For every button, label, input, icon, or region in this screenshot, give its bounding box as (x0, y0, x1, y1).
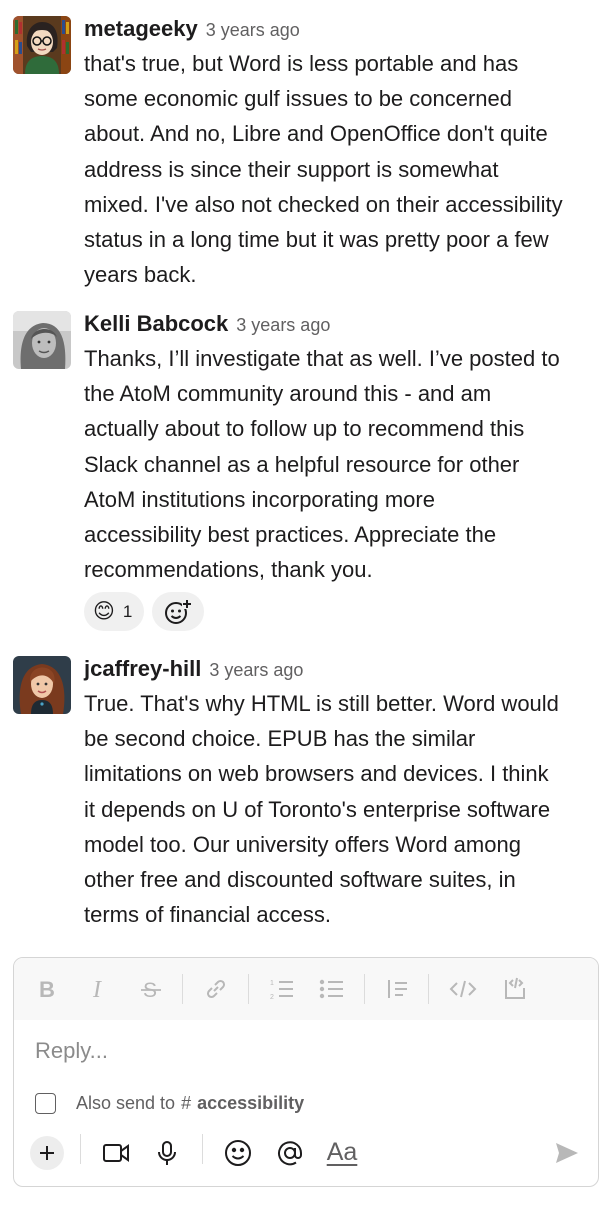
message-line: address is since their support is somewh… (84, 156, 499, 182)
microphone-icon (158, 1141, 176, 1165)
add-reaction-icon (165, 599, 193, 624)
message-line: that's true, but Word is less portable a… (84, 51, 519, 76)
bulleted-list-icon[interactable] (318, 976, 346, 1002)
also-send-option[interactable]: Also send to # accessibility (35, 1093, 304, 1114)
channel-hash-icon: # (181, 1093, 192, 1113)
message-line: other free and discounted software suite… (84, 867, 516, 893)
reaction-count: 1 (122, 601, 133, 621)
message-text: that's true, but Word is less portable a… (84, 46, 602, 292)
message-line: status in a long time but it was pretty … (84, 227, 549, 253)
also-send-label: Also send to (76, 1093, 176, 1113)
mention-icon (278, 1141, 302, 1166)
also-send-checkbox[interactable] (35, 1093, 56, 1114)
message-line: model too. Our university offers Word am… (84, 831, 521, 857)
message-line: True. That's why HTML is still better. W… (84, 691, 559, 716)
reply-composer: B I S 12 Reply... Also send to # accessi… (13, 957, 599, 1187)
code-icon[interactable] (448, 976, 478, 1002)
toolbar-divider (364, 974, 365, 1004)
svg-text:2: 2 (270, 994, 274, 1001)
mention-button[interactable] (274, 1138, 306, 1168)
author-name[interactable]: Kelli Babcock (84, 311, 228, 336)
video-icon (103, 1144, 129, 1162)
message-line: it depends on U of Toronto's enterprise … (84, 796, 551, 822)
bold-icon[interactable]: B (34, 976, 60, 1002)
message-line: recommendations, thank you. (84, 557, 373, 583)
channel-name: accessibility (197, 1093, 305, 1113)
video-button[interactable] (100, 1138, 132, 1168)
microphone-button[interactable] (152, 1138, 182, 1168)
message-line: the AtoM community around this - and am (84, 381, 492, 407)
author-name[interactable]: jcaffrey-hill (84, 656, 201, 681)
avatar[interactable] (13, 656, 71, 714)
toolbar-divider (428, 974, 429, 1004)
message-line: accessibility best practices. Appreciate… (84, 522, 497, 548)
message-line: mixed. I've also not checked on their ac… (84, 191, 563, 217)
avatar-image (13, 311, 71, 369)
code-block-icon[interactable] (500, 976, 530, 1002)
avatar[interactable] (13, 311, 71, 369)
message-line: actually about to follow up to recommend… (84, 416, 525, 442)
formatting-icon: Aa (326, 1137, 358, 1166)
message-text: True. That's why HTML is still better. W… (84, 686, 602, 932)
plus-icon (40, 1146, 54, 1160)
emoji-icon (225, 1140, 251, 1166)
ordered-list-icon[interactable]: 12 (268, 976, 296, 1002)
message-line: Slack channel as a helpful resource for … (84, 451, 520, 477)
message-line: some economic gulf issues to be concerne… (84, 86, 513, 112)
message-line: limitations on web browsers and devices.… (84, 761, 549, 787)
timestamp[interactable]: 3 years ago (236, 315, 330, 335)
formatting-button[interactable]: Aa (324, 1136, 360, 1168)
toolbar-divider (80, 1134, 81, 1164)
author-name[interactable]: metageeky (84, 16, 198, 41)
message-line: years back. (84, 262, 197, 288)
avatar-image (13, 16, 71, 74)
plus-button[interactable] (30, 1136, 64, 1170)
strikethrough-icon[interactable]: S (138, 976, 164, 1002)
message-line: about. And no, Libre and OpenOffice don'… (84, 121, 548, 147)
reply-input[interactable]: Reply... (35, 1038, 108, 1064)
toolbar-divider (182, 974, 183, 1004)
add-reaction-button[interactable] (152, 592, 205, 631)
toolbar-divider (202, 1134, 203, 1164)
avatar[interactable] (13, 16, 71, 74)
message-line: Thanks, I’ll investigate that as well. I… (84, 346, 560, 371)
message-text: Thanks, I’ll investigate that as well. I… (84, 341, 602, 587)
formatting-toolbar: B I S 12 (14, 958, 598, 1020)
message-line: AtoM institutions incorporating more (84, 486, 435, 512)
message-line: terms of financial access. (84, 902, 331, 928)
timestamp[interactable]: 3 years ago (209, 660, 303, 680)
svg-text:I: I (92, 978, 102, 1000)
svg-text:1: 1 (270, 980, 274, 987)
timestamp[interactable]: 3 years ago (206, 20, 300, 40)
italic-icon[interactable]: I (86, 976, 112, 1002)
message-line: be second choice. EPUB has the similar (84, 726, 476, 752)
smile-emoji-icon: 😊 (93, 600, 115, 623)
avatar-image (13, 656, 71, 714)
send-button[interactable] (550, 1138, 584, 1168)
link-icon[interactable] (202, 976, 230, 1002)
svg-text:B: B (39, 978, 55, 1000)
reactions-bar: 😊 1 (84, 592, 205, 631)
toolbar-divider (248, 974, 249, 1004)
send-icon (556, 1143, 578, 1163)
emoji-button[interactable] (222, 1138, 254, 1168)
blockquote-icon[interactable] (384, 976, 412, 1002)
emoji-reaction[interactable]: 😊 1 (84, 592, 145, 631)
